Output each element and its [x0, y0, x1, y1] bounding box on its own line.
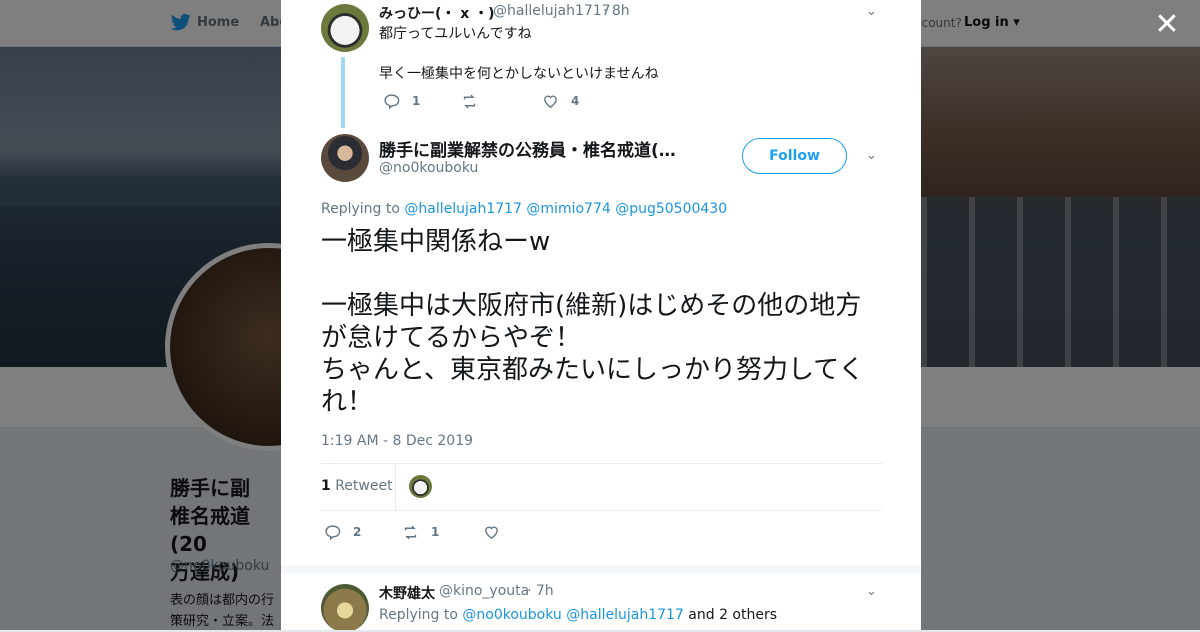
panda-avatar[interactable]: [321, 4, 369, 52]
heart-icon: [485, 526, 498, 539]
reply-action[interactable]: 1: [383, 93, 420, 109]
retweeter-avatar[interactable]: [409, 475, 432, 498]
replying-to: Replying to @hallelujah1717 @mimio774 @p…: [321, 201, 728, 217]
retweet-action[interactable]: 1: [402, 524, 439, 540]
reply-icon: [384, 93, 400, 109]
reply-tweet-time[interactable]: · 7h: [527, 583, 554, 599]
stats-separator: [395, 464, 396, 510]
heart-icon: [544, 95, 557, 108]
author-avatar[interactable]: [321, 134, 369, 182]
tweet-modal: みっひー(・ x ・) @hallelujah1717 · 8h ⌄ 都庁ってユ…: [281, 0, 921, 630]
parent-tweet-handle[interactable]: @hallelujah1717: [493, 3, 611, 19]
replier-avatar[interactable]: [321, 584, 369, 630]
main-tweet-text: 一極集中関係ねーw 一極集中は大阪府市(維新)はじめその他の地方が怠けてるからや…: [321, 227, 865, 417]
parent-tweet-name[interactable]: みっひー(・ x ・): [379, 3, 495, 23]
tweet-timestamp[interactable]: 1:19 AM - 8 Dec 2019: [321, 433, 473, 449]
stats-divider-top: [321, 463, 882, 464]
stats-divider-bottom: [321, 510, 882, 511]
thread-line: [341, 57, 345, 128]
others-text[interactable]: and 2 others: [688, 607, 777, 623]
mention-link[interactable]: @hallelujah1717: [566, 607, 684, 623]
section-gap: [281, 565, 921, 573]
main-tweet-name[interactable]: 勝手に副業解禁の公務員・椎名戒道(…: [379, 136, 676, 161]
reply-tweet-handle[interactable]: @kino_youta: [439, 583, 529, 599]
mention-link[interactable]: @mimio774: [526, 201, 610, 217]
parent-tweet-time[interactable]: · 8h: [603, 3, 630, 19]
retweet-action[interactable]: [461, 93, 490, 109]
parent-tweet-line1: 都庁ってユルいんですね: [379, 26, 532, 42]
like-action[interactable]: [483, 524, 512, 540]
like-action[interactable]: 4: [542, 93, 579, 109]
retweet-icon: [404, 525, 417, 539]
main-tweet-handle[interactable]: @no0kouboku: [379, 160, 478, 176]
reply-action[interactable]: 2: [324, 524, 361, 540]
mention-link[interactable]: @no0kouboku: [462, 607, 561, 623]
reply-tweet-name[interactable]: 木野雄太: [379, 583, 435, 603]
chevron-down-icon[interactable]: ⌄: [866, 584, 880, 599]
retweet-icon: [463, 94, 476, 108]
mention-link[interactable]: @hallelujah1717: [404, 201, 522, 217]
retweet-stats[interactable]: 1 Retweet: [321, 478, 393, 494]
reply-icon: [325, 524, 341, 540]
reply-replying-to: Replying to @no0kouboku @hallelujah1717 …: [379, 607, 778, 623]
follow-button[interactable]: Follow: [742, 138, 847, 174]
close-icon[interactable]: ✕: [1152, 10, 1182, 40]
parent-tweet-line2: 早く一極集中を何とかしないといけませんね: [379, 66, 659, 82]
mention-link[interactable]: @pug50500430: [615, 201, 727, 217]
chevron-down-icon[interactable]: ⌄: [866, 4, 880, 19]
chevron-down-icon[interactable]: ⌄: [866, 148, 880, 163]
